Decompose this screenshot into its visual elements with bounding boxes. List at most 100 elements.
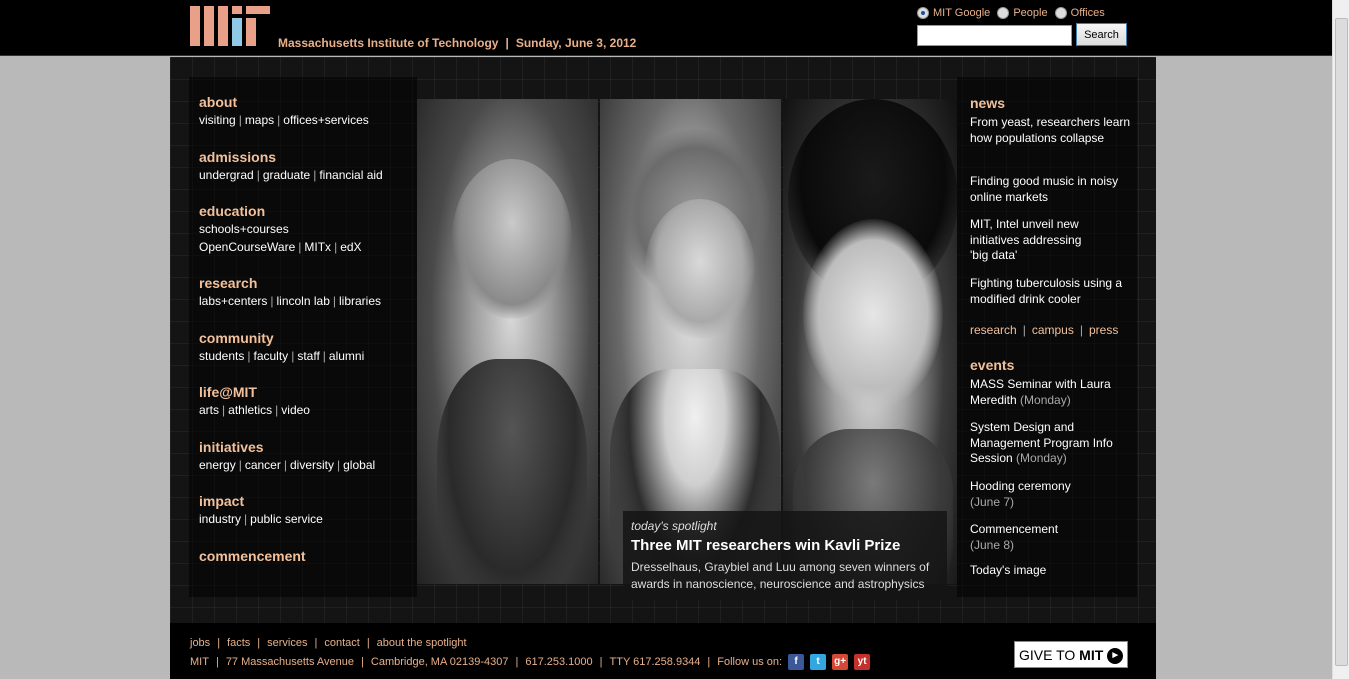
nav-link[interactable]: global (343, 458, 375, 472)
footer-link[interactable]: about the spotlight (377, 637, 467, 649)
news-item[interactable]: From yeast, researchers learn how popula… (970, 115, 1135, 146)
top-bar: Massachusetts Institute of Technology | Su… (0, 0, 1332, 56)
footer: jobs | facts | services | contact | about the sp… (170, 623, 1156, 679)
separator: | (707, 655, 711, 668)
nav-link-row: industry | public service (199, 510, 323, 528)
footer-link[interactable]: facts (227, 637, 250, 649)
vertical-scrollbar[interactable] (1332, 0, 1349, 679)
nav-section-heading[interactable]: admissions (199, 148, 383, 166)
news-link-campus[interactable]: campus (1032, 323, 1074, 337)
google-plus-icon[interactable]: g+ (832, 654, 849, 670)
nav-link[interactable]: industry (199, 512, 241, 526)
radio-off-icon[interactable] (1054, 7, 1067, 19)
news-item[interactable]: Fighting tuberculosis using a modified d… (970, 276, 1135, 307)
nav-link[interactable]: public service (250, 512, 323, 526)
news-heading[interactable]: news (970, 95, 1005, 111)
spotlight-headline[interactable]: Three MIT researchers win Kavli Prize (631, 537, 939, 554)
nav-section-heading[interactable]: life@MIT (199, 383, 310, 401)
spotlight-photo-1[interactable] (417, 99, 598, 584)
nav-link[interactable]: alumni (329, 349, 364, 363)
news-item[interactable]: MIT, Intel unveil new initiatives addres… (970, 217, 1100, 264)
youtube-icon[interactable]: yt (854, 654, 871, 670)
radio-people[interactable]: People (997, 7, 1048, 19)
nav-section-heading[interactable]: research (199, 274, 381, 292)
nav-link-row: undergrad | graduate | financial aid (199, 166, 383, 184)
nav-link[interactable]: visiting (199, 113, 236, 127)
nav-section-heading[interactable]: education (199, 202, 362, 220)
nav-section-heading[interactable]: impact (199, 492, 323, 510)
event-item[interactable]: System Design and Management Program Inf… (970, 420, 1125, 467)
nav-link[interactable]: diversity (290, 458, 334, 472)
right-column: news From yeast, researchers learn how p… (957, 77, 1137, 597)
spotlight-kicker: today's spotlight (631, 519, 717, 533)
nav-link[interactable]: schools+courses (199, 222, 289, 236)
site-name[interactable]: Massachusetts Institute of Technology (278, 36, 498, 50)
nav-link[interactable]: students (199, 349, 244, 363)
left-navigation: about visiting | maps | offices+services admis… (189, 77, 417, 597)
search-input[interactable] (917, 25, 1072, 46)
nav-section-heading[interactable]: commencement (199, 547, 306, 565)
radio-on-icon[interactable] (917, 7, 929, 19)
nav-link[interactable]: offices+services (283, 113, 368, 127)
separator: | (275, 403, 279, 417)
event-item[interactable]: Hooding ceremony (June 7) (970, 479, 1080, 510)
current-date: Sunday, June 3, 2012 (515, 36, 637, 50)
mit-logo[interactable] (190, 6, 270, 46)
nav-link[interactable]: edX (340, 240, 361, 254)
nav-section-heading[interactable]: community (199, 329, 364, 347)
search-scope-options: MIT Google People Offices (917, 7, 1109, 22)
nav-link[interactable]: graduate (263, 168, 310, 182)
nav-link[interactable]: OpenCourseWare (199, 240, 295, 254)
nav-link[interactable]: staff (297, 349, 319, 363)
footer-link[interactable]: services (267, 637, 307, 649)
spotlight-caption[interactable]: today's spotlight Three MIT researchers … (623, 511, 947, 600)
twitter-icon[interactable]: t (810, 654, 827, 670)
nav-section: initiatives energy | cancer | diversity | globa… (199, 438, 375, 474)
nav-link[interactable]: lincoln lab (277, 294, 330, 308)
footer-address-part: TTY 617.258.9344 (609, 655, 701, 668)
nav-link[interactable]: video (281, 403, 310, 417)
footer-address-part: Cambridge, MA 02139-4307 (370, 655, 509, 668)
news-link-press[interactable]: press (1089, 323, 1118, 337)
separator: | (291, 349, 295, 363)
nav-link[interactable]: energy (199, 458, 236, 472)
nav-section-heading[interactable]: about (199, 93, 369, 111)
nav-link[interactable]: undergrad (199, 168, 254, 182)
nav-link[interactable]: maps (245, 113, 274, 127)
radio-off-icon[interactable] (997, 7, 1010, 19)
nav-link[interactable]: cancer (245, 458, 281, 472)
nav-section-heading[interactable]: initiatives (199, 438, 375, 456)
separator: | (283, 458, 287, 472)
nav-link[interactable]: arts (199, 403, 219, 417)
radio-offices[interactable]: Offices (1054, 7, 1105, 19)
separator: | (247, 349, 251, 363)
spotlight-description: Dresselhaus, Graybiel and Luu among seve… (631, 560, 930, 591)
separator: | (277, 113, 281, 127)
nav-section: impact industry | public service (199, 492, 323, 528)
facebook-icon[interactable]: f (788, 654, 805, 670)
give-to-mit-button[interactable]: GIVE TO MIT ► (1014, 641, 1128, 668)
event-item[interactable]: MASS Seminar with Laura Meredith (Monday… (970, 377, 1120, 408)
event-item[interactable]: Commencement (June 8) (970, 522, 1080, 553)
nav-link[interactable]: athletics (228, 403, 272, 417)
search-button[interactable]: Search (1076, 23, 1127, 46)
nav-link[interactable]: labs+centers (199, 294, 267, 308)
separator: | (257, 637, 261, 649)
nav-link[interactable]: financial aid (319, 168, 382, 182)
arrow-right-icon: ► (1107, 648, 1124, 665)
scrollbar-thumb[interactable] (1335, 18, 1348, 666)
separator: | (361, 655, 364, 668)
news-link-research[interactable]: research (970, 323, 1017, 337)
nav-link[interactable]: faculty (254, 349, 289, 363)
news-item[interactable]: Finding good music in noisy online marke… (970, 174, 1135, 205)
radio-mit-google[interactable]: MIT Google (917, 7, 990, 19)
footer-link[interactable]: contact (324, 637, 359, 649)
nav-link-row: visiting | maps | offices+services (199, 111, 369, 129)
separator: | (366, 637, 370, 649)
footer-link[interactable]: jobs (190, 637, 210, 649)
nav-link[interactable]: MITx (304, 240, 331, 254)
todays-image-link[interactable]: Today's image (970, 563, 1135, 579)
nav-link[interactable]: libraries (339, 294, 381, 308)
events-heading[interactable]: events (970, 357, 1014, 373)
nav-section: education schools+courses OpenCourseWare | M… (199, 202, 362, 256)
